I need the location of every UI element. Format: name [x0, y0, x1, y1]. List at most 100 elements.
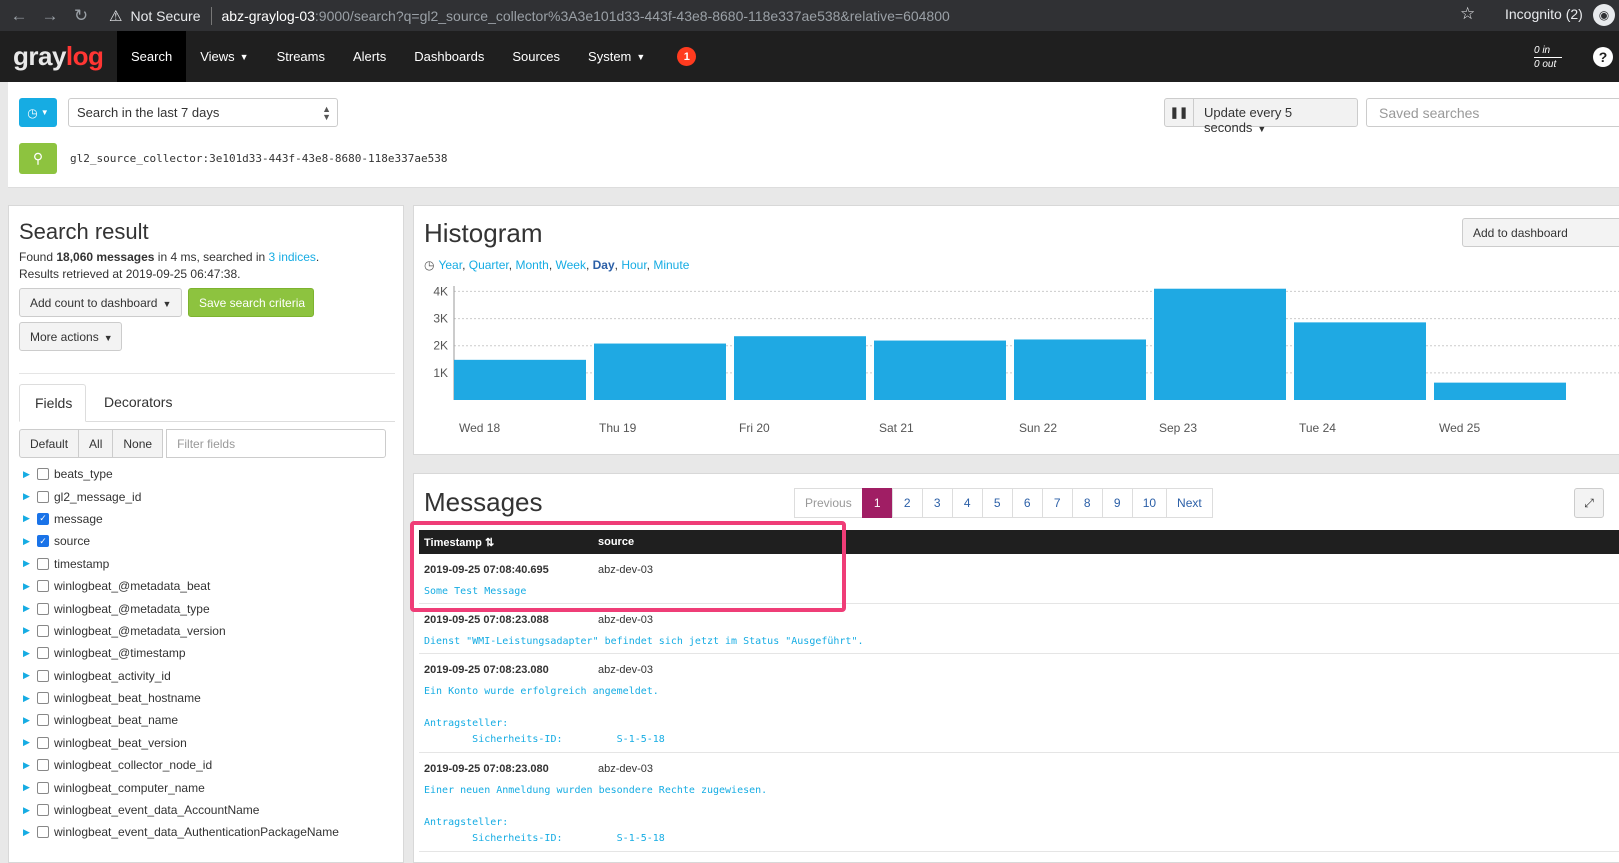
histogram-bar[interactable] [1294, 322, 1426, 400]
nav-streams[interactable]: Streams [263, 31, 339, 82]
field-name[interactable]: beats_type [54, 467, 113, 481]
field-row[interactable]: ▶ winlogbeat_@timestamp [23, 642, 393, 664]
column-source[interactable]: source [598, 536, 634, 548]
expand-triangle-icon[interactable]: ▶ [23, 513, 37, 524]
resolution-link-year[interactable]: Year [438, 258, 462, 272]
search-query-input[interactable]: gl2_source_collector:3e101d33-443f-43e8-… [70, 152, 448, 165]
field-checkbox[interactable] [37, 714, 49, 727]
resolution-link-day[interactable]: Day [593, 258, 615, 272]
field-row[interactable]: ▶ gl2_message_id [23, 485, 393, 507]
field-checkbox[interactable] [37, 557, 49, 570]
field-name[interactable]: winlogbeat_collector_node_id [54, 758, 212, 772]
expand-triangle-icon[interactable]: ▶ [23, 670, 37, 681]
nav-sources[interactable]: Sources [498, 31, 574, 82]
field-checkbox[interactable] [37, 804, 49, 817]
tab-decorators[interactable]: Decorators [89, 384, 187, 422]
nav-alerts[interactable]: Alerts [339, 31, 400, 82]
expand-triangle-icon[interactable]: ▶ [23, 581, 37, 592]
page-button[interactable]: 2 [891, 488, 923, 518]
refresh-interval-dropdown[interactable]: Update every 5 seconds ▼ [1193, 98, 1358, 135]
field-name[interactable]: winlogbeat_beat_hostname [54, 691, 201, 705]
filter-none-button[interactable]: None [112, 429, 164, 458]
filter-default-button[interactable]: Default [19, 429, 80, 458]
page-button[interactable]: 10 [1131, 488, 1168, 518]
field-checkbox[interactable] [37, 781, 49, 794]
field-name[interactable]: winlogbeat_computer_name [54, 781, 205, 795]
field-row[interactable]: ▶ timestamp [23, 553, 393, 575]
field-row[interactable]: ▶ winlogbeat_beat_version [23, 732, 393, 754]
expand-triangle-icon[interactable]: ▶ [23, 737, 37, 748]
resolution-link-minute[interactable]: Minute [653, 258, 689, 272]
field-row[interactable]: ▶ winlogbeat_beat_name [23, 709, 393, 731]
field-checkbox[interactable] [37, 759, 49, 772]
message-row[interactable]: 2019-09-25 07:08:23.080 abz-dev-03 Ein Kon… [419, 654, 1619, 753]
expand-triangle-icon[interactable]: ▶ [23, 625, 37, 636]
expand-triangle-icon[interactable]: ▶ [23, 536, 37, 547]
bookmark-star-icon[interactable]: ☆ [1460, 4, 1475, 24]
expand-triangle-icon[interactable]: ▶ [23, 827, 37, 838]
throughput-indicator[interactable]: 0 in 0 out [1534, 44, 1562, 71]
expand-triangle-icon[interactable]: ▶ [23, 603, 37, 614]
resolution-link-hour[interactable]: Hour [621, 258, 646, 272]
field-row[interactable]: ▶ winlogbeat_activity_id [23, 665, 393, 687]
field-name[interactable]: gl2_message_id [54, 490, 141, 504]
forward-icon[interactable]: → [38, 4, 62, 28]
range-type-button[interactable]: ◷ ▼ [19, 98, 57, 127]
page-button[interactable]: 6 [1011, 488, 1043, 518]
field-name[interactable]: timestamp [54, 557, 109, 571]
address-bar[interactable]: ⚠ Not Secure abz-graylog-03 :9000/search… [109, 0, 950, 31]
field-row[interactable]: ▶ ✓ source [23, 530, 393, 552]
resolution-link-month[interactable]: Month [515, 258, 548, 272]
field-name[interactable]: source [54, 534, 90, 548]
field-name[interactable]: winlogbeat_@metadata_beat [54, 579, 210, 593]
field-checkbox[interactable]: ✓ [37, 512, 49, 525]
tab-fields[interactable]: Fields [19, 384, 86, 422]
field-name[interactable]: winlogbeat_@metadata_type [54, 602, 210, 616]
resolution-link-quarter[interactable]: Quarter [469, 258, 509, 272]
expand-triangle-icon[interactable]: ▶ [23, 491, 37, 502]
back-icon[interactable]: ← [7, 4, 31, 28]
reload-icon[interactable]: ↻ [69, 4, 93, 28]
page-button[interactable]: 4 [951, 488, 983, 518]
resolution-link-week[interactable]: Week [555, 258, 585, 272]
field-row[interactable]: ▶ beats_type [23, 463, 393, 485]
field-name[interactable]: winlogbeat_event_data_AuthenticationPack… [54, 825, 339, 839]
expand-triangle-icon[interactable]: ▶ [23, 648, 37, 659]
column-timestamp[interactable]: Timestamp ⇅ [424, 536, 494, 549]
expand-triangle-icon[interactable]: ▶ [23, 805, 37, 816]
field-checkbox[interactable] [37, 490, 49, 503]
field-checkbox[interactable] [37, 468, 49, 481]
field-row[interactable]: ▶ winlogbeat_beat_hostname [23, 687, 393, 709]
histogram-bar[interactable] [734, 336, 866, 400]
pause-refresh-button[interactable]: ❚❚ [1164, 98, 1194, 127]
message-row[interactable]: 2019-09-25 07:08:40.695 abz-dev-03 Some Te… [419, 554, 1619, 604]
field-checkbox[interactable] [37, 692, 49, 705]
histogram-bar[interactable] [594, 343, 726, 400]
save-search-criteria-button[interactable]: Save search criteria [188, 288, 314, 317]
expand-triangle-icon[interactable]: ▶ [23, 558, 37, 569]
page-button[interactable]: 8 [1071, 488, 1103, 518]
expand-triangle-icon[interactable]: ▶ [23, 469, 37, 480]
field-name[interactable]: message [54, 512, 103, 526]
incognito-label[interactable]: Incognito (2) [1505, 6, 1583, 22]
page-button[interactable]: 3 [921, 488, 953, 518]
field-row[interactable]: ▶ winlogbeat_@metadata_beat [23, 575, 393, 597]
field-row[interactable]: ▶ winlogbeat_collector_node_id [23, 754, 393, 776]
incognito-icon[interactable]: ◉ [1593, 4, 1615, 26]
expand-triangle-icon[interactable]: ▶ [23, 715, 37, 726]
notification-badge[interactable]: 1 [677, 47, 697, 66]
field-row[interactable]: ▶ winlogbeat_event_data_AuthenticationPac… [23, 821, 393, 843]
message-row[interactable]: 2019-09-25 07:08:23.080 abz-dev-03 Einer n… [419, 753, 1619, 852]
nav-system[interactable]: System ▼ [574, 31, 659, 82]
histogram-bar[interactable] [454, 359, 586, 400]
field-checkbox[interactable] [37, 580, 49, 593]
field-name[interactable]: winlogbeat_activity_id [54, 669, 171, 683]
field-row[interactable]: ▶ winlogbeat_@metadata_version [23, 620, 393, 642]
help-icon[interactable]: ? [1593, 47, 1613, 67]
nav-search[interactable]: Search [117, 31, 187, 82]
histogram-bar[interactable] [1154, 288, 1286, 400]
graylog-logo[interactable]: graylog [13, 41, 117, 72]
page-button[interactable]: 1 [861, 488, 893, 518]
page-button[interactable]: 7 [1041, 488, 1073, 518]
nav-dashboards[interactable]: Dashboards [400, 31, 498, 82]
